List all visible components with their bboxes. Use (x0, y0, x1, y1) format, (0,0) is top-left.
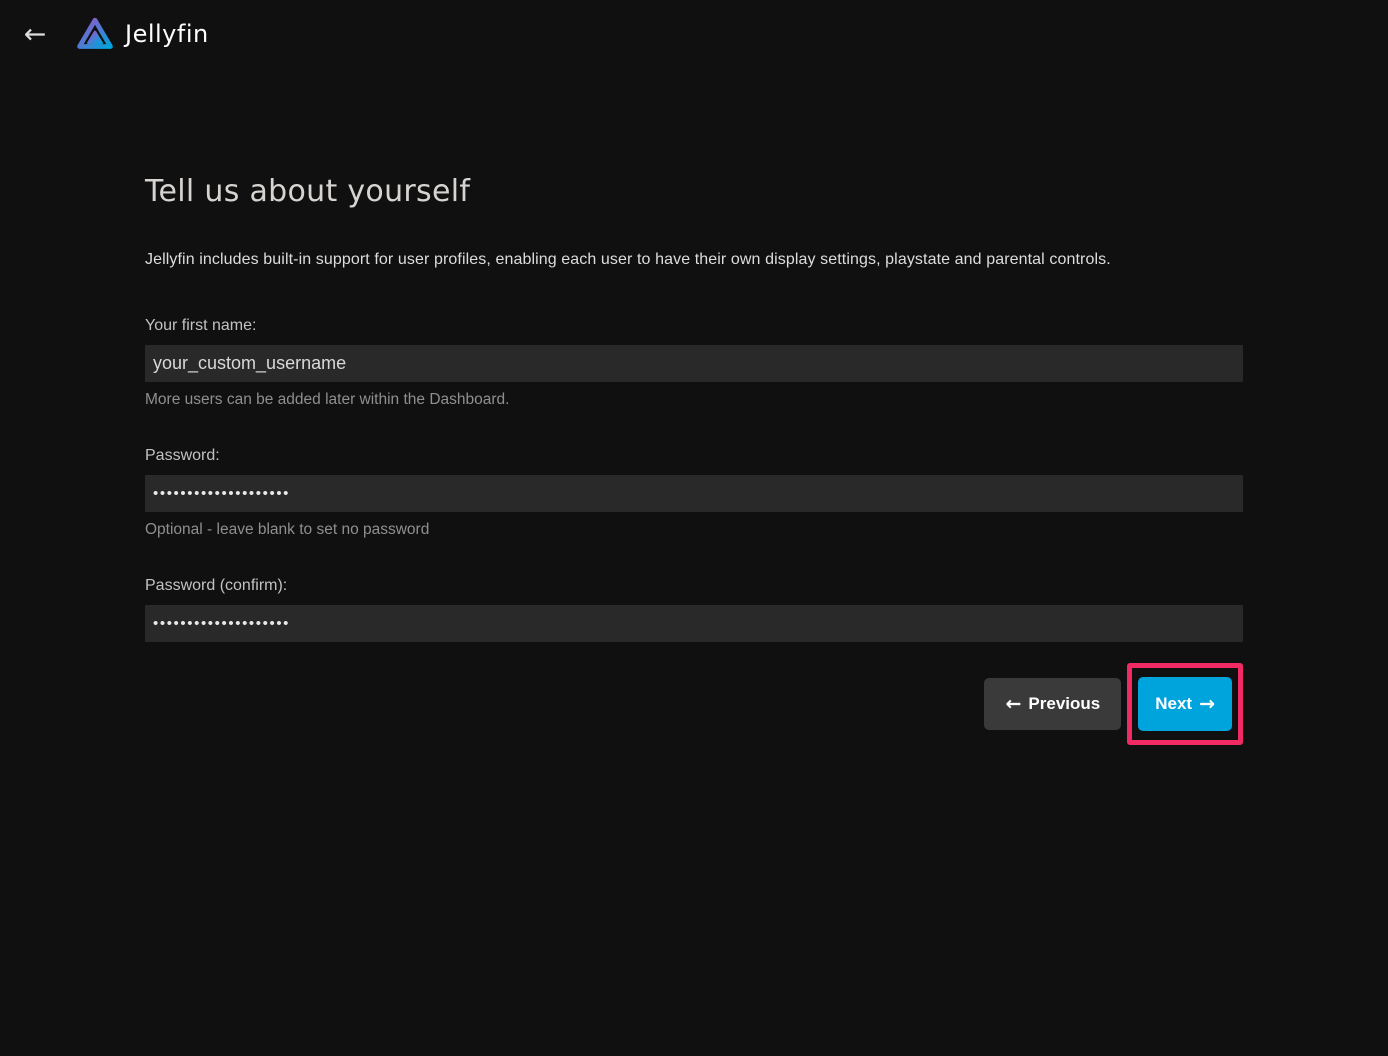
app-title: Jellyfin (125, 20, 209, 48)
back-button[interactable]: ← (20, 17, 50, 51)
arrow-left-icon: ← (1005, 693, 1021, 715)
previous-button[interactable]: ← Previous (984, 678, 1121, 730)
password-field-group: Password: Optional - leave blank to set … (145, 447, 1243, 539)
password-confirm-label: Password (confirm): (145, 577, 1243, 595)
first-name-input[interactable] (145, 345, 1243, 382)
password-input[interactable] (145, 475, 1243, 512)
app-header: ← Jellyfin (0, 0, 1388, 68)
next-button[interactable]: Next → (1138, 677, 1232, 731)
next-button-highlight: Next → (1127, 663, 1243, 745)
previous-button-label: Previous (1028, 694, 1100, 714)
wizard-content: Tell us about yourself Jellyfin includes… (145, 174, 1243, 745)
next-button-label: Next (1155, 694, 1192, 714)
password-confirm-input[interactable] (145, 605, 1243, 642)
page-description: Jellyfin includes built-in support for u… (145, 251, 1243, 269)
page-title: Tell us about yourself (145, 174, 1243, 209)
password-helper: Optional - leave blank to set no passwor… (145, 521, 1243, 539)
first-name-field-group: Your first name: More users can be added… (145, 317, 1243, 409)
back-arrow-icon: ← (24, 21, 47, 48)
wizard-nav-buttons: ← Previous Next → (145, 663, 1243, 745)
arrow-right-icon: → (1199, 693, 1215, 715)
first-name-label: Your first name: (145, 317, 1243, 335)
first-name-helper: More users can be added later within the… (145, 391, 1243, 409)
password-confirm-field-group: Password (confirm): (145, 577, 1243, 642)
password-label: Password: (145, 447, 1243, 465)
jellyfin-logo-icon (74, 11, 116, 57)
